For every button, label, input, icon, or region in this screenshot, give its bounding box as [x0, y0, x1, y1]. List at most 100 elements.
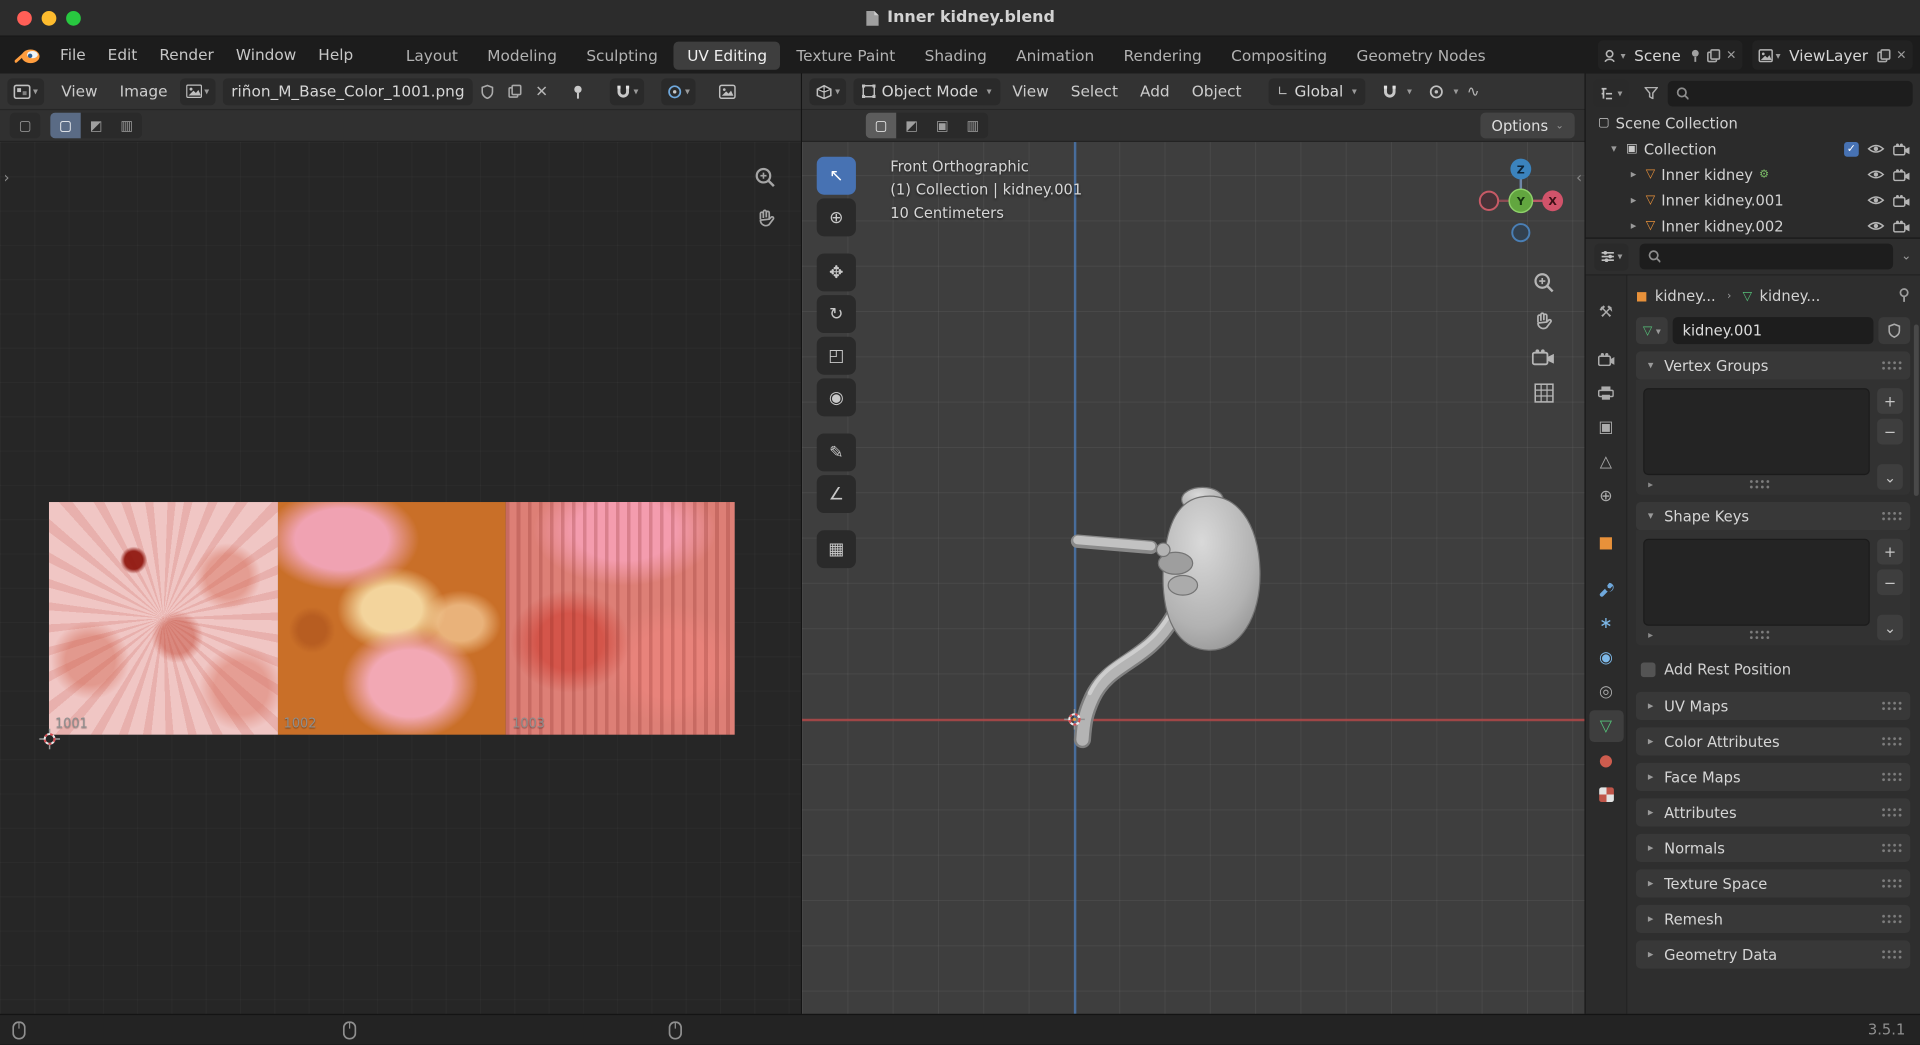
disable-render-camera-icon[interactable]	[1893, 194, 1910, 207]
disclosure-closed-icon[interactable]: ▸	[1627, 194, 1639, 206]
texture-tab-icon[interactable]	[1589, 779, 1623, 811]
disable-render-camera-icon[interactable]	[1893, 168, 1910, 181]
scene-name[interactable]: Scene	[1632, 46, 1684, 64]
hide-eye-icon[interactable]	[1867, 220, 1885, 231]
fake-user-image-icon[interactable]	[476, 78, 500, 105]
outliner-row-object[interactable]: ▸ ▽ Inner kidney.001	[1586, 187, 1920, 213]
uv-select-edge-button[interactable]: ◩	[80, 112, 112, 139]
disclosure-open-icon[interactable]: ▾	[1608, 143, 1620, 155]
uv-sticky-select-button[interactable]: ▢	[9, 112, 41, 139]
vertex-groups-panel-header[interactable]: ▾ Vertex Groups	[1635, 351, 1911, 380]
udim-image[interactable]: 1001 1002 1003	[48, 502, 735, 735]
uv-snapping-icon[interactable]: ▾	[610, 77, 645, 105]
menu-edit[interactable]: Edit	[97, 37, 149, 74]
new-viewlayer-icon[interactable]	[1876, 48, 1891, 62]
tab-modeling[interactable]: Modeling	[474, 41, 571, 69]
uv-menu-image[interactable]: Image	[110, 73, 178, 110]
transform-tool-button[interactable]: ◉	[816, 378, 856, 417]
breadcrumb-object[interactable]: kidney...	[1655, 288, 1716, 305]
disable-render-camera-icon[interactable]	[1893, 142, 1910, 155]
physics-tab-icon[interactable]: ◉	[1589, 642, 1623, 674]
panel-grip-icon[interactable]	[1880, 806, 1902, 818]
menu-render[interactable]: Render	[148, 37, 225, 74]
tab-rendering[interactable]: Rendering	[1110, 41, 1215, 69]
zoom-icon[interactable]	[1532, 272, 1554, 294]
outliner-row-scene-collection[interactable]: ▢ Scene Collection	[1586, 110, 1920, 136]
properties-scrollbar[interactable]	[1913, 324, 1919, 496]
select-mode-lasso-button[interactable]: ▥	[957, 112, 989, 139]
scene-collection-label[interactable]: Scene Collection	[1616, 114, 1738, 131]
browse-mesh-data-button[interactable]: ▽ ▾	[1635, 317, 1668, 345]
kidney-model[interactable]	[1053, 480, 1280, 756]
tab-geometry-nodes[interactable]: Geometry Nodes	[1343, 41, 1499, 69]
select-mode-circle-button[interactable]: ▣	[926, 112, 958, 139]
scene-tab-icon[interactable]: △	[1589, 446, 1623, 478]
close-window-button[interactable]	[17, 10, 32, 26]
proportional-edit-icon[interactable]	[1424, 78, 1448, 105]
uv-canvas[interactable]: › 1001 1002 1003	[0, 142, 801, 1014]
menu-file[interactable]: File	[49, 37, 97, 74]
pin-scene-icon[interactable]	[1689, 48, 1700, 62]
select-mode-box-button[interactable]: ◩	[896, 112, 927, 139]
add-shape-key-button[interactable]: +	[1877, 538, 1903, 565]
snap-magnet-icon[interactable]	[1378, 78, 1402, 105]
udim-tile-1002[interactable]: 1002	[277, 502, 507, 735]
texture-space-panel-header[interactable]: ▸ Texture Space	[1635, 869, 1911, 898]
fake-user-shield-button[interactable]	[1878, 317, 1911, 345]
rotate-tool-button[interactable]: ↻	[816, 295, 856, 334]
udim-tile-1003[interactable]: 1003	[506, 502, 735, 735]
editor-type-outliner-button[interactable]: ▾	[1593, 79, 1629, 107]
panel-grip-icon[interactable]	[1880, 510, 1902, 522]
pin-id-icon[interactable]	[1898, 287, 1910, 305]
disclosure-closed-icon[interactable]: ▸	[1627, 168, 1639, 180]
shape-key-specials-icon[interactable]: ⌄	[1877, 614, 1903, 641]
uv-maps-panel-header[interactable]: ▸ UV Maps	[1635, 691, 1911, 720]
viewport-canvas[interactable]: Front Orthographic (1) Collection | kidn…	[802, 142, 1585, 1014]
constraints-tab-icon[interactable]: ◎	[1589, 676, 1623, 708]
uv-toolbar-expand-icon[interactable]: ›	[4, 169, 10, 186]
breadcrumb-data[interactable]: kidney...	[1759, 288, 1820, 305]
object-data-tab-icon[interactable]: ▽	[1588, 710, 1624, 743]
panel-grip-icon[interactable]	[1880, 948, 1902, 960]
viewlayer-tab-icon[interactable]: ▣	[1589, 411, 1623, 443]
uv-select-vertex-button[interactable]: ▢	[50, 112, 81, 139]
panel-grip-icon[interactable]	[1880, 771, 1902, 783]
tab-texture-paint[interactable]: Texture Paint	[783, 41, 909, 69]
properties-search-input[interactable]	[1666, 246, 1885, 267]
pan-hand-icon[interactable]	[755, 208, 776, 229]
vp-menu-view[interactable]: View	[1003, 73, 1059, 110]
new-scene-icon[interactable]	[1706, 48, 1720, 62]
uv-menu-view[interactable]: View	[51, 73, 107, 110]
tab-compositing[interactable]: Compositing	[1218, 41, 1341, 69]
panel-grip-icon[interactable]	[1880, 913, 1902, 925]
outliner-search-input[interactable]	[1694, 83, 1905, 103]
scale-tool-button[interactable]: ◰	[816, 336, 856, 375]
outliner-row-object[interactable]: ▸ ▽ Inner kidney ⚙	[1586, 162, 1920, 188]
geometry-data-panel-header[interactable]: ▸ Geometry Data	[1635, 940, 1911, 969]
pin-image-icon[interactable]	[566, 78, 590, 105]
panel-grip-icon[interactable]	[1880, 700, 1902, 712]
options-button[interactable]: Options ⌄	[1480, 112, 1575, 139]
transform-orientation-selector[interactable]: ∟ Global ▾	[1268, 77, 1366, 105]
snap-dropdown-icon[interactable]: ▾	[1407, 86, 1412, 97]
mode-selector[interactable]: Object Mode ▾	[853, 77, 1001, 105]
viewport-sidebar-expand-icon[interactable]: ‹	[1576, 169, 1582, 186]
attributes-panel-header[interactable]: ▸ Attributes	[1635, 798, 1911, 827]
vertex-group-specials-icon[interactable]: ⌄	[1877, 464, 1903, 490]
add-vertex-group-button[interactable]: +	[1877, 388, 1903, 414]
browse-image-icon[interactable]: ▾	[179, 77, 216, 105]
list-filter-expand-icon[interactable]: ▸	[1648, 478, 1653, 489]
outliner-row-collection[interactable]: ▾ ▣ Collection ✓	[1586, 136, 1920, 162]
modifiers-tab-icon[interactable]	[1589, 573, 1623, 605]
add-cube-tool-button[interactable]: ▦	[816, 530, 856, 569]
panel-grip-icon[interactable]	[1880, 877, 1902, 889]
proportional-dropdown-icon[interactable]: ▾	[1454, 86, 1459, 97]
object-label[interactable]: Inner kidney	[1661, 166, 1753, 183]
editor-type-3d-button[interactable]: ▾	[809, 77, 847, 105]
camera-view-icon[interactable]	[1531, 349, 1555, 366]
vp-menu-object[interactable]: Object	[1182, 73, 1251, 110]
menu-help[interactable]: Help	[307, 37, 364, 74]
browse-scene-icon[interactable]: ▾	[1603, 48, 1626, 62]
fullscreen-window-button[interactable]	[66, 10, 81, 26]
object-tab-icon[interactable]: ■	[1589, 527, 1623, 559]
